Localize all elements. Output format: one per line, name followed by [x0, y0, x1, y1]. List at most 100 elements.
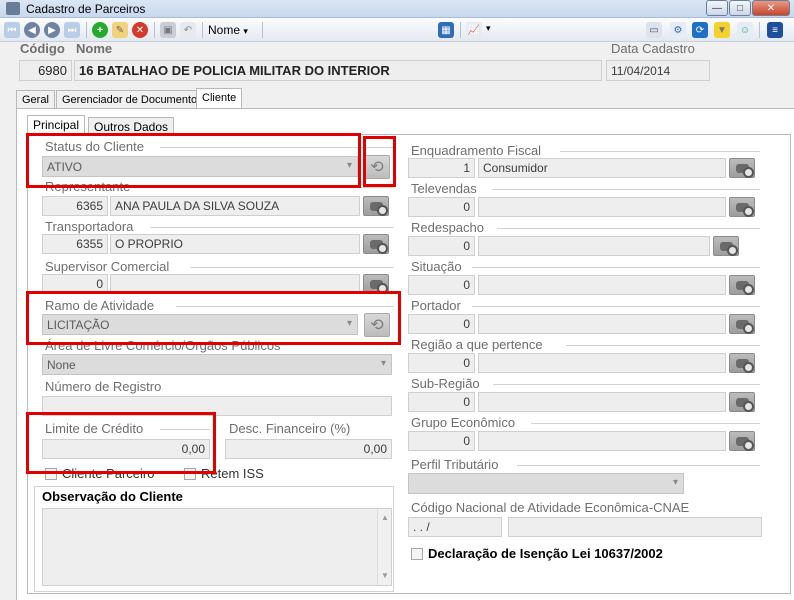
- perfil-tributario-label: Perfil Tributário: [411, 457, 499, 472]
- representante-lookup-icon[interactable]: [363, 196, 389, 216]
- toolbar-separator: [759, 22, 760, 38]
- next-record-icon[interactable]: ▶: [44, 22, 60, 38]
- transportadora-label: Transportadora: [45, 219, 134, 234]
- window-title: Cadastro de Parceiros: [26, 2, 146, 16]
- regiao-name-field[interactable]: [478, 353, 726, 373]
- regiao-lookup-icon[interactable]: [729, 353, 755, 373]
- area-livre-comercio-select[interactable]: None ▾: [42, 354, 392, 375]
- first-record-icon[interactable]: ⏮: [4, 22, 20, 38]
- representante-name-field[interactable]: ANA PAULA DA SILVA SOUZA: [110, 196, 360, 216]
- cnae-description-field[interactable]: [508, 517, 762, 537]
- subregiao-label: Sub-Região: [411, 376, 480, 391]
- tab-cliente[interactable]: Cliente: [196, 88, 243, 109]
- regiao-label: Região a que pertence: [411, 337, 543, 352]
- grupo-economico-label: Grupo Econômico: [411, 415, 516, 430]
- grupo-group-line: [531, 423, 760, 424]
- grupo-lookup-icon[interactable]: [729, 431, 755, 451]
- area-livre-comercio-value: None: [47, 357, 76, 372]
- grid-view-icon[interactable]: ▦: [438, 22, 454, 38]
- settings-icon[interactable]: ⚙: [670, 22, 686, 38]
- desc-financeiro-field[interactable]: 0,00: [225, 439, 392, 459]
- regiao-group-line: [566, 345, 760, 346]
- add-icon[interactable]: +: [92, 22, 108, 38]
- scroll-up-icon[interactable]: ▲: [381, 513, 389, 522]
- perfil-tributario-select[interactable]: ▾: [408, 473, 684, 494]
- transportadora-code-field[interactable]: 6355: [42, 234, 108, 254]
- chevron-down-icon: ▾: [672, 477, 678, 488]
- scroll-down-icon[interactable]: ▼: [381, 571, 389, 580]
- nome-dropdown[interactable]: Nome ▾: [208, 23, 248, 37]
- user-icon[interactable]: ☺: [737, 22, 753, 38]
- nome-label: Nome: [76, 41, 113, 56]
- situacao-code-field[interactable]: 0: [408, 275, 475, 295]
- redespacho-group-line: [497, 228, 760, 229]
- observacao-label: Observação do Cliente: [42, 489, 183, 504]
- situacao-lookup-icon[interactable]: [729, 275, 755, 295]
- close-button[interactable]: ✕: [752, 0, 790, 16]
- televendas-label: Televendas: [411, 181, 477, 196]
- enquadramento-group-line: [560, 151, 760, 152]
- portador-code-field[interactable]: 0: [408, 314, 475, 334]
- enquadramento-fiscal-label: Enquadramento Fiscal: [411, 143, 542, 158]
- televendas-lookup-icon[interactable]: [729, 197, 755, 217]
- subregiao-lookup-icon[interactable]: [729, 392, 755, 412]
- refresh-highlight-box: [363, 136, 396, 187]
- toolbar-separator: [86, 22, 87, 38]
- situacao-name-field[interactable]: [478, 275, 726, 295]
- cnae-code-field[interactable]: . . /: [408, 517, 502, 537]
- subregiao-name-field[interactable]: [478, 392, 726, 412]
- chart-dropdown-arrow[interactable]: ▾: [486, 23, 491, 34]
- tab-geral[interactable]: Geral: [16, 90, 55, 109]
- enquadramento-name-field[interactable]: Consumidor: [478, 158, 726, 178]
- minimize-button[interactable]: —: [706, 0, 728, 16]
- enquadramento-lookup-icon[interactable]: [729, 158, 755, 178]
- redespacho-lookup-icon[interactable]: [713, 236, 739, 256]
- previous-record-icon[interactable]: ◀: [24, 22, 40, 38]
- codigo-label: Código: [20, 41, 65, 56]
- codigo-field[interactable]: 6980: [19, 60, 72, 81]
- delete-icon[interactable]: ✕: [132, 22, 148, 38]
- televendas-name-field[interactable]: [478, 197, 726, 217]
- supervisor-comercial-label: Supervisor Comercial: [45, 259, 170, 274]
- observacao-textarea[interactable]: ▲ ▼: [42, 508, 392, 586]
- tab-gerenciador-documentos[interactable]: Gerenciador de Documentos: [56, 90, 209, 109]
- representante-code-field[interactable]: 6365: [42, 196, 108, 216]
- toolbar: ⏮ ◀ ▶ ⏭ + ✎ ✕ ▣ ↶ Nome ▾ ▦ 📈 ▾ ▭ ⚙ ⟳ ▼ ☺…: [0, 18, 794, 42]
- redespacho-code-field[interactable]: 0: [408, 236, 475, 256]
- toolbar-separator: [202, 22, 203, 38]
- enquadramento-code-field[interactable]: 1: [408, 158, 475, 178]
- situacao-label: Situação: [411, 259, 462, 274]
- app-icon: [6, 2, 20, 15]
- portador-label: Portador: [411, 298, 461, 313]
- undo-icon[interactable]: ↶: [180, 22, 196, 38]
- redespacho-name-field[interactable]: [478, 236, 710, 256]
- grupo-code-field[interactable]: 0: [408, 431, 475, 451]
- subregiao-group-line: [493, 384, 760, 385]
- subtab-principal[interactable]: Principal: [27, 115, 86, 135]
- portador-lookup-icon[interactable]: [729, 314, 755, 334]
- numero-registro-label: Número de Registro: [45, 379, 162, 394]
- nome-field[interactable]: 16 BATALHAO DE POLICIA MILITAR DO INTERI…: [74, 60, 602, 81]
- ramo-highlight-box: [26, 291, 401, 345]
- grupo-name-field[interactable]: [478, 431, 726, 451]
- filter-icon[interactable]: ▼: [714, 22, 730, 38]
- transportadora-name-field[interactable]: O PROPRIO: [110, 234, 360, 254]
- menu-icon[interactable]: ≡: [767, 22, 783, 38]
- edit-icon[interactable]: ✎: [112, 22, 128, 38]
- refresh-icon[interactable]: ⟳: [692, 22, 708, 38]
- data-cadastro-field[interactable]: 11/04/2014: [606, 60, 710, 81]
- subregiao-code-field[interactable]: 0: [408, 392, 475, 412]
- televendas-code-field[interactable]: 0: [408, 197, 475, 217]
- observacao-scrollbar[interactable]: ▲ ▼: [377, 509, 391, 585]
- regiao-code-field[interactable]: 0: [408, 353, 475, 373]
- save-icon[interactable]: ▣: [160, 22, 176, 38]
- maximize-button[interactable]: □: [729, 0, 751, 16]
- window-icon[interactable]: ▭: [646, 22, 662, 38]
- transportadora-lookup-icon[interactable]: [363, 234, 389, 254]
- toolbar-separator: [262, 22, 263, 38]
- declaracao-isencao-checkbox[interactable]: [411, 548, 423, 560]
- situacao-group-line: [472, 267, 760, 268]
- last-record-icon[interactable]: ⏭: [64, 22, 80, 38]
- chart-icon[interactable]: 📈: [466, 22, 482, 38]
- portador-name-field[interactable]: [478, 314, 726, 334]
